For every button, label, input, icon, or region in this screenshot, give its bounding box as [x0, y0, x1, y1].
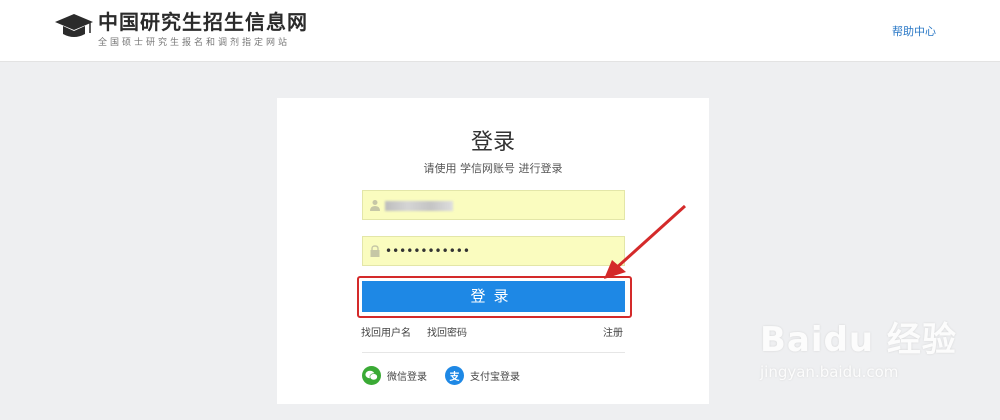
wechat-login-label: 微信登录: [387, 372, 427, 383]
site-logo[interactable]: 中国研究生招生信息网 全国硕士研究生报名和调剂指定网站: [54, 10, 308, 49]
wechat-icon: [362, 366, 381, 385]
register-link[interactable]: 注册: [603, 324, 623, 339]
username-field[interactable]: [362, 190, 625, 220]
site-title: 中国研究生招生信息网: [98, 10, 308, 34]
login-card: 登录 请使用 学信网账号 进行登录 •••••••••••• 登录 找回用户名 …: [277, 98, 709, 404]
password-field[interactable]: ••••••••••••: [362, 236, 625, 266]
find-password-link[interactable]: 找回密码: [427, 324, 467, 339]
username-blurred-value: [385, 201, 453, 211]
divider: [362, 352, 625, 353]
baidu-jingyan-watermark: Baidu 经验 jingyan.baidu.com: [760, 312, 957, 381]
user-icon: [370, 200, 380, 211]
graduation-cap-icon: [55, 14, 93, 37]
login-hint: 请使用 学信网账号 进行登录: [423, 162, 563, 175]
alipay-login-button[interactable]: 支 支付宝登录: [445, 366, 520, 385]
login-title: 登录: [470, 130, 515, 155]
site-subtitle: 全国硕士研究生报名和调剂指定网站: [98, 38, 291, 48]
site-header: 中国研究生招生信息网 全国硕士研究生报名和调剂指定网站 帮助中心: [0, 0, 1000, 62]
password-value: ••••••••••••: [385, 244, 470, 258]
alipay-icon: 支: [445, 366, 464, 385]
watermark-brand: Baidu 经验: [760, 320, 957, 360]
alipay-login-label: 支付宝登录: [470, 372, 520, 383]
watermark-url: jingyan.baidu.com: [760, 363, 899, 381]
wechat-login-button[interactable]: 微信登录: [362, 366, 427, 385]
find-username-link[interactable]: 找回用户名: [361, 324, 411, 339]
help-center-link[interactable]: 帮助中心: [892, 23, 936, 39]
lock-icon: [370, 245, 380, 257]
login-button[interactable]: 登录: [362, 281, 625, 312]
